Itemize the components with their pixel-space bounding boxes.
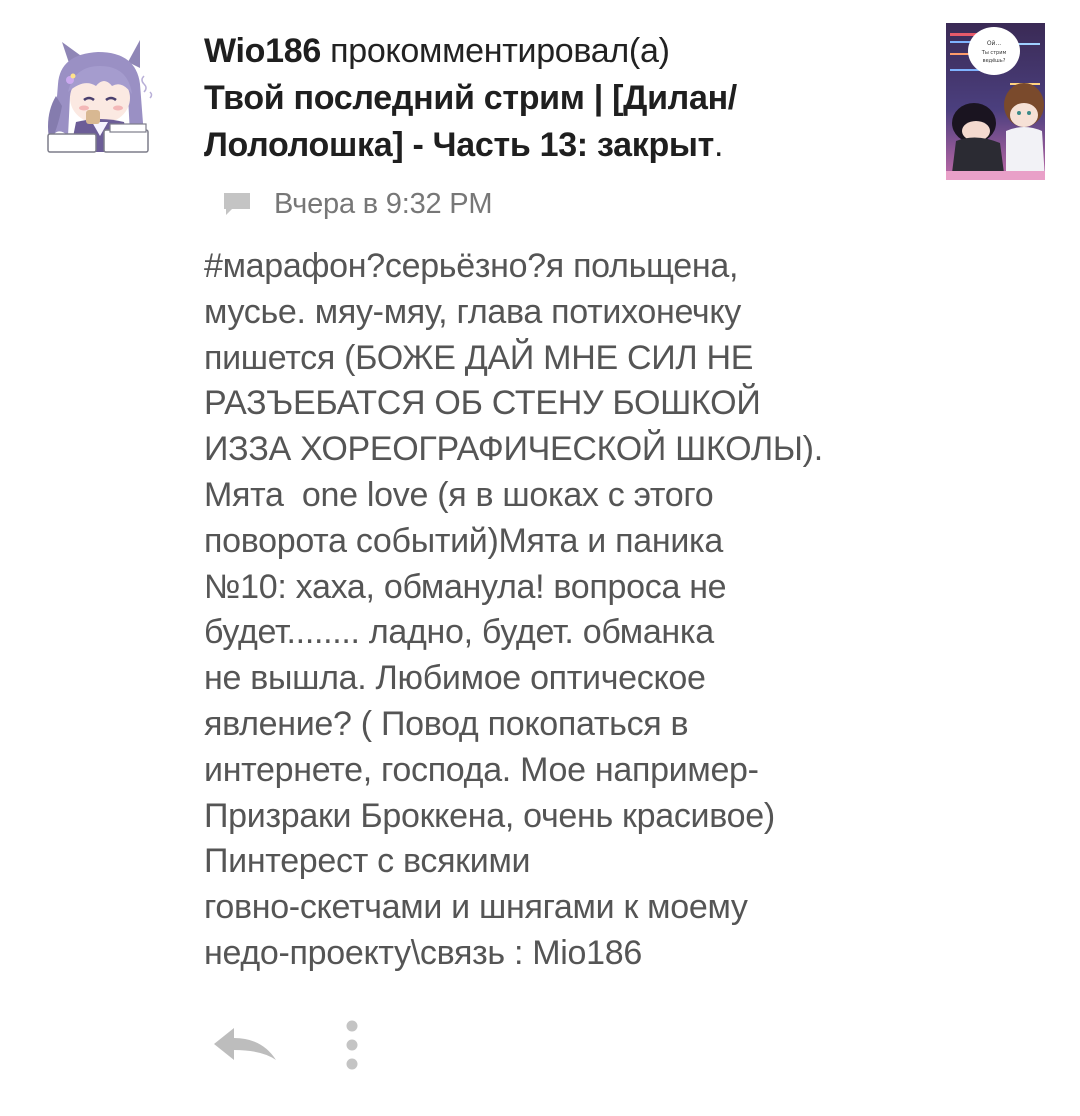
notification-header: Wio186 прокомментировал(а) Твой последни… — [204, 28, 904, 169]
svg-text:Ты стрим: Ты стрим — [981, 50, 1007, 56]
comment-line: недо-проекту\связь : Mio186 — [204, 933, 642, 972]
svg-text:Ой...: Ой... — [987, 40, 1001, 47]
notification-action: прокомментировал(а) — [330, 32, 670, 70]
reply-button[interactable] — [212, 1026, 278, 1064]
comment-line: ИЗЗА ХОРЕОГРАФИЧЕСКОЙ ШКОЛЫ). — [204, 430, 823, 469]
comment-line: интернете, господа. Мое например- — [204, 750, 759, 789]
comment-line: мусье. мяу-мяу, глава потихонечку — [204, 292, 742, 331]
comment-line: поворота событий)Мята и паника — [204, 521, 723, 560]
post-thumbnail[interactable]: Ой... Ты стрим ведёшь? — [946, 23, 1045, 180]
vertical-dots-icon — [346, 1020, 358, 1070]
comment-line: №10: хаха, обманула! вопроса не — [204, 567, 727, 606]
comment-line: РАЗЪЕБАТСЯ ОБ СТЕНУ БОШКОЙ — [204, 384, 761, 423]
comment-line: будет........ ладно, будет. обманка — [204, 613, 714, 652]
thumbnail-image: Ой... Ты стрим ведёшь? — [946, 23, 1045, 180]
timestamp: Вчера в 9:32 PM — [274, 187, 493, 220]
comment-line: Мята one love (я в шоках с этого — [204, 475, 714, 514]
username-link[interactable]: Wio186 — [204, 32, 321, 70]
reply-arrow-icon — [214, 1028, 276, 1060]
comment-line: Призраки Броккена, очень красивое) — [204, 796, 775, 835]
comment-line: пишется (БОЖЕ ДАЙ МНЕ СИЛ НЕ — [204, 338, 754, 377]
user-avatar[interactable] — [40, 36, 164, 166]
speech-bubble-icon — [222, 191, 252, 217]
post-title-text: Твой последний стрим | [Дилан/ Лололошка… — [204, 79, 737, 164]
comment-text: #марафон?серьёзно?я польщена, мусье. мяу-… — [204, 244, 924, 977]
comment-line: говно-скетчами и шнягами к моему — [204, 888, 748, 927]
post-title-link[interactable]: Твой последний стрим | [Дилан/ Лололошка… — [204, 75, 904, 169]
comment-line: #марафон?серьёзно?я польщена, — [204, 247, 739, 285]
comment-line: явление? ( Повод покопаться в — [204, 704, 689, 743]
avatar-image — [47, 40, 153, 153]
comment-line: не вышла. Любимое оптическое — [204, 659, 706, 698]
notification-meta: Вчера в 9:32 PM — [222, 184, 493, 224]
post-title-period: . — [714, 126, 724, 164]
comment-notification[interactable]: Wio186 прокомментировал(а) Твой последни… — [0, 0, 1080, 1116]
comment-line: Пинтерест с всякими — [204, 842, 531, 881]
svg-text:ведёшь?: ведёшь? — [983, 58, 1006, 64]
more-options-button[interactable] — [338, 1018, 366, 1072]
